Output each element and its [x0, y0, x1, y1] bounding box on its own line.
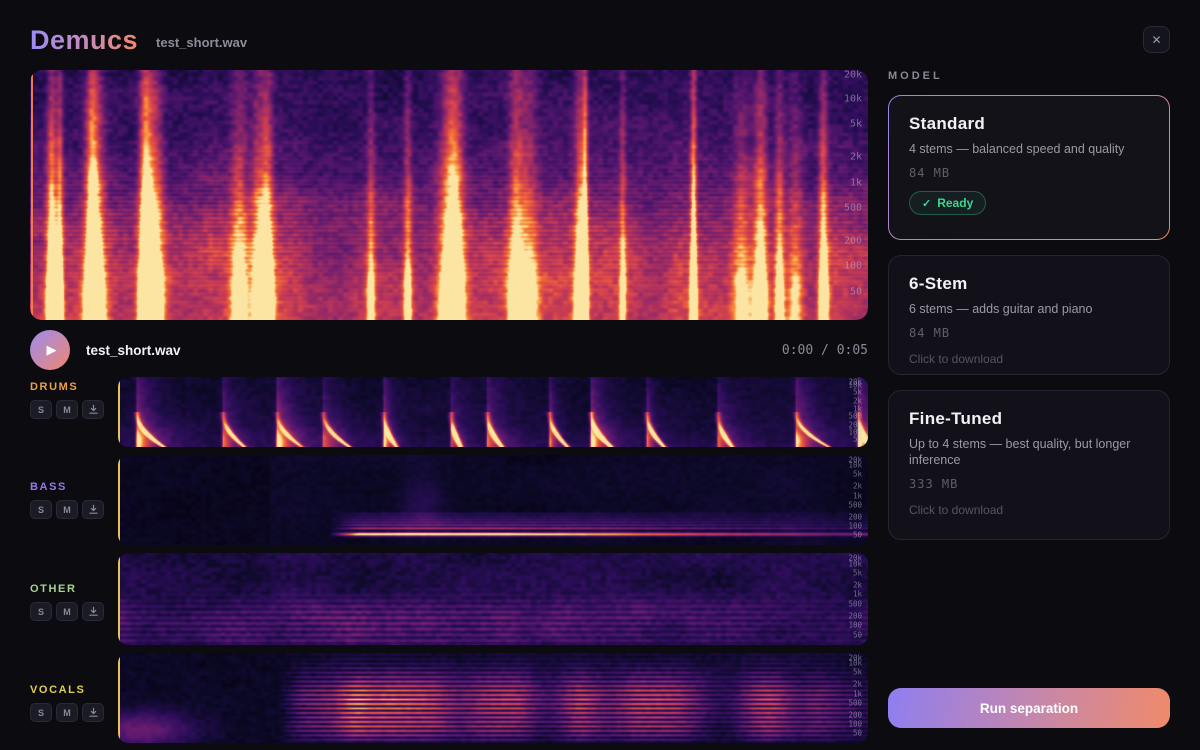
bass-playhead-line	[118, 455, 120, 545]
drums-solo-button[interactable]: S	[30, 400, 52, 419]
player-filename: test_short.wav	[86, 343, 181, 358]
bass-download-button[interactable]	[82, 500, 104, 519]
ready-status-badge: ✓ Ready	[909, 191, 986, 215]
model-size: 333 MB	[909, 477, 1149, 491]
stem-head-bass: BASS S M	[30, 481, 116, 519]
drums-download-button[interactable]	[82, 400, 104, 419]
vocals-solo-button[interactable]: S	[30, 703, 52, 722]
model-card-standard[interactable]: Standard 4 stems — balanced speed and qu…	[888, 95, 1170, 240]
model-download-hint: Click to download	[909, 352, 1149, 366]
model-description: 4 stems — balanced speed and quality	[909, 141, 1149, 157]
model-size: 84 MB	[909, 326, 1149, 340]
bass-spectrogram-canvas	[118, 455, 868, 545]
stem-label-other: OTHER	[30, 583, 116, 595]
stem-head-drums: DRUMS S M	[30, 381, 116, 419]
download-icon	[88, 504, 99, 515]
player-bar: ▶ test_short.wav 0:00 / 0:05	[30, 330, 868, 370]
bass-solo-button[interactable]: S	[30, 500, 52, 519]
drums-spectrogram-canvas	[118, 377, 868, 447]
stem-label-drums: DRUMS	[30, 381, 116, 393]
other-spectrogram[interactable]: 20k10k5k2k1k50020010050	[118, 553, 868, 645]
main-spectrogram-canvas	[30, 70, 868, 320]
other-spectrogram-canvas	[118, 553, 868, 645]
vocals-spectrogram[interactable]: 20k10k5k2k1k50020010050	[118, 653, 868, 743]
vocals-playhead-line	[118, 653, 120, 743]
model-size: 84 MB	[909, 166, 1149, 180]
app-logo: Demucs	[30, 25, 138, 56]
loaded-filename: test_short.wav	[156, 35, 247, 50]
vocals-spectrogram-canvas	[118, 653, 868, 743]
model-description: 6 stems — adds guitar and piano	[909, 301, 1149, 317]
model-description: Up to 4 stems — best quality, but longer…	[909, 436, 1149, 468]
other-download-button[interactable]	[82, 602, 104, 621]
play-button[interactable]: ▶	[30, 330, 70, 370]
other-playhead-line	[118, 553, 120, 645]
run-separation-button[interactable]: Run separation	[888, 688, 1170, 728]
model-card-finetuned[interactable]: Fine-Tuned Up to 4 stems — best quality,…	[888, 390, 1170, 540]
stem-head-vocals: VOCALS S M	[30, 684, 116, 722]
vocals-download-button[interactable]	[82, 703, 104, 722]
model-name: Standard	[909, 114, 1149, 134]
model-name: 6-Stem	[909, 274, 1149, 294]
drums-spectrogram[interactable]: 20k10k5k2k1k50020010050	[118, 377, 868, 447]
main-mix-spectrogram[interactable]: 20k10k5k2k1k50020010050	[30, 70, 868, 320]
close-button[interactable]: ✕	[1143, 26, 1170, 53]
model-name: Fine-Tuned	[909, 409, 1149, 429]
vocals-mute-button[interactable]: M	[56, 703, 78, 722]
other-mute-button[interactable]: M	[56, 602, 78, 621]
stem-label-bass: BASS	[30, 481, 116, 493]
main-playhead-line	[31, 70, 33, 320]
stem-head-other: OTHER S M	[30, 583, 116, 621]
ready-status-text: Ready	[937, 196, 973, 210]
model-section-label: MODEL	[888, 70, 943, 82]
stem-label-vocals: VOCALS	[30, 684, 116, 696]
player-time-display: 0:00 / 0:05	[782, 343, 868, 358]
close-icon: ✕	[1151, 33, 1161, 47]
drums-playhead-line	[118, 377, 120, 447]
bass-spectrogram[interactable]: 20k10k5k2k1k50020010050	[118, 455, 868, 545]
bass-mute-button[interactable]: M	[56, 500, 78, 519]
header: Demucs test_short.wav	[30, 22, 247, 58]
check-icon: ✓	[922, 197, 931, 210]
model-download-hint: Click to download	[909, 503, 1149, 517]
download-icon	[88, 707, 99, 718]
download-icon	[88, 606, 99, 617]
drums-mute-button[interactable]: M	[56, 400, 78, 419]
model-card-6stem[interactable]: 6-Stem 6 stems — adds guitar and piano 8…	[888, 255, 1170, 375]
download-icon	[88, 404, 99, 415]
play-icon: ▶	[47, 342, 57, 358]
other-solo-button[interactable]: S	[30, 602, 52, 621]
